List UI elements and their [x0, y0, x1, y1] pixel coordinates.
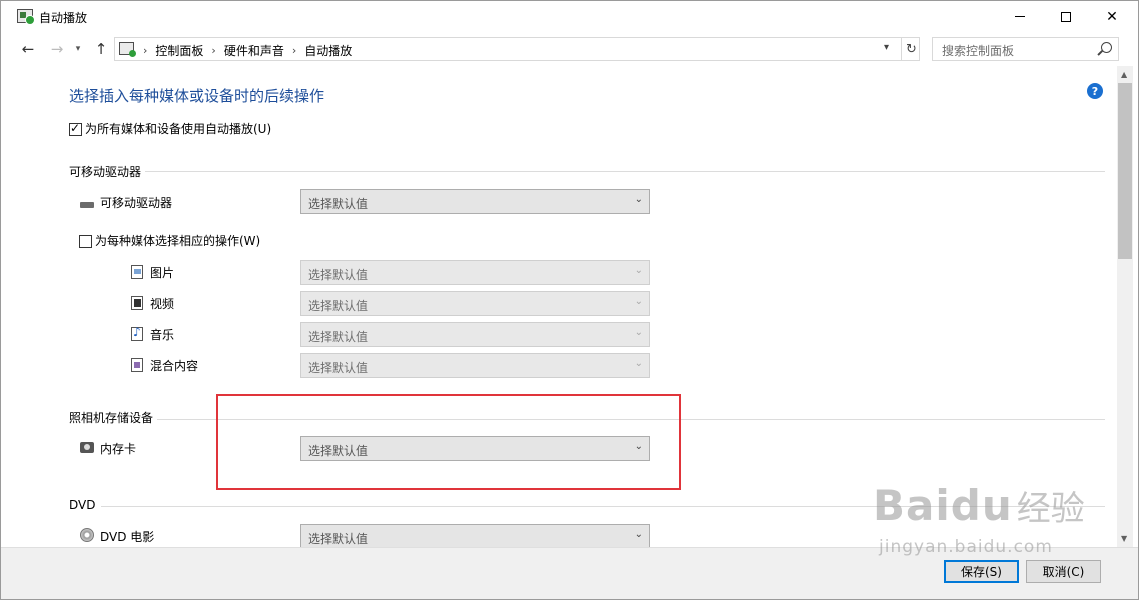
removable-drive-select-value: 选择默认值	[308, 197, 369, 211]
music-icon	[131, 325, 143, 341]
scrollbar-thumb[interactable]	[1118, 83, 1132, 259]
watermark-logo: Bai	[873, 481, 951, 530]
back-button[interactable]: ←	[17, 38, 39, 60]
minimize-button[interactable]	[997, 1, 1043, 32]
music-select-value: 选择默认值	[308, 330, 369, 344]
maximize-icon	[1061, 11, 1071, 22]
mixed-content-select[interactable]: 选择默认值 ⌄	[300, 353, 650, 378]
dvd-movie-select-value: 选择默认值	[308, 532, 369, 546]
section-divider	[145, 171, 1105, 172]
navigation-bar: ← → ▾ ↑ › 控制面板 › 硬件和声音 › 自动播放 ▾ ↻ 搜索控制面板	[1, 32, 1138, 66]
window-title: 自动播放	[39, 11, 88, 25]
save-button[interactable]: 保存(S)	[944, 560, 1019, 583]
watermark-logo-tail: du	[950, 481, 1013, 530]
chevron-down-icon: ⌄	[634, 265, 643, 276]
chevron-down-icon: ⌄	[634, 327, 643, 338]
up-button[interactable]: ↑	[90, 38, 112, 60]
refresh-icon: ↻	[906, 41, 917, 57]
arrow-up-icon: ↑	[94, 40, 108, 58]
breadcrumb-autoplay[interactable]: 自动播放	[304, 42, 352, 59]
video-select-value: 选择默认值	[308, 299, 369, 313]
chevron-down-icon: ▾	[75, 44, 81, 54]
cancel-button[interactable]: 取消(C)	[1026, 560, 1101, 583]
chevron-down-icon: ⌄	[634, 358, 643, 369]
breadcrumb-hardware-sound[interactable]: 硬件和声音	[224, 42, 284, 59]
breadcrumb-control-panel[interactable]: 控制面板	[155, 42, 203, 59]
dvd-icon	[80, 528, 94, 542]
scroll-up-icon[interactable]: ▲	[1121, 70, 1127, 79]
help-icon[interactable]: ?	[1087, 83, 1103, 99]
pictures-select[interactable]: 选择默认值 ⌄	[300, 260, 650, 285]
search-placeholder: 搜索控制面板	[942, 44, 1015, 58]
removable-drive-select[interactable]: 选择默认值 ⌄	[300, 189, 650, 214]
search-input[interactable]: 搜索控制面板	[932, 37, 1119, 61]
chevron-down-icon: ⌄	[634, 529, 643, 540]
close-button[interactable]: ✕	[1089, 1, 1135, 32]
dvd-movie-label: DVD 电影	[100, 530, 155, 544]
chevron-down-icon: ⌄	[634, 194, 643, 205]
chevron-down-icon: ⌄	[634, 296, 643, 307]
control-panel-icon	[119, 42, 136, 57]
refresh-button[interactable]: ↻	[901, 38, 921, 60]
use-autoplay-checkbox[interactable]	[69, 121, 82, 136]
breadcrumb-separator-icon: ›	[143, 44, 148, 57]
minimize-icon	[1015, 16, 1025, 17]
memory-card-icon	[80, 442, 94, 453]
mixed-content-icon	[131, 358, 143, 372]
autoplay-app-icon	[17, 9, 35, 25]
arrow-right-icon: →	[50, 40, 64, 58]
music-select[interactable]: 选择默认值 ⌄	[300, 322, 650, 347]
arrow-left-icon: ←	[21, 40, 35, 58]
annotation-highlight-box	[216, 394, 681, 490]
media-label-pictures: 图片	[150, 266, 175, 280]
forward-button[interactable]: →	[46, 38, 68, 60]
recent-locations-button[interactable]: ▾	[71, 38, 85, 60]
removable-drive-icon	[80, 202, 94, 208]
watermark-url: jingyan.baidu.com	[879, 537, 1053, 557]
use-autoplay-label[interactable]: 为所有媒体和设备使用自动播放(U)	[85, 120, 271, 137]
watermark-cn: 经验	[1016, 489, 1085, 529]
section-removable-header: 可移动驱动器	[69, 165, 142, 179]
video-select[interactable]: 选择默认值 ⌄	[300, 291, 650, 316]
scroll-down-icon[interactable]: ▼	[1121, 534, 1127, 543]
breadcrumb-separator-icon: ›	[291, 44, 297, 57]
search-icon	[1101, 42, 1112, 53]
removable-drive-label: 可移动驱动器	[100, 196, 173, 210]
baidu-jingyan-watermark: Baidu 经验 jingyan.baidu.com	[873, 481, 1085, 557]
video-icon	[131, 296, 143, 310]
chevron-down-icon: ▾	[884, 42, 890, 53]
autoplay-window: 自动播放 ✕ ← → ▾ ↑ › 控制面板 › 硬件和声音 › 自动播放 ▾ ↻…	[0, 0, 1139, 600]
per-media-label[interactable]: 为每种媒体选择相应的操作(W)	[95, 232, 260, 249]
picture-icon	[131, 265, 143, 279]
maximize-button[interactable]	[1043, 1, 1089, 32]
breadcrumb: › 控制面板 › 硬件和声音 › 自动播放	[143, 42, 352, 59]
media-label-video: 视频	[150, 297, 175, 311]
mixed-content-select-value: 选择默认值	[308, 361, 369, 375]
pictures-select-value: 选择默认值	[308, 268, 369, 282]
title-bar: 自动播放 ✕	[1, 1, 1138, 32]
memory-card-label: 内存卡	[100, 442, 137, 456]
media-label-music: 音乐	[150, 328, 175, 342]
address-dropdown-button[interactable]: ▾	[884, 42, 889, 53]
vertical-scrollbar[interactable]: ▲ ▼	[1117, 66, 1133, 547]
address-bar[interactable]: › 控制面板 › 硬件和声音 › 自动播放 ▾ ↻	[114, 37, 920, 61]
close-icon: ✕	[1106, 8, 1118, 25]
section-dvd-header: DVD	[69, 498, 96, 512]
main-content: 选择插入每种媒体或设备时的后续操作 ? 为所有媒体和设备使用自动播放(U) 可移…	[9, 66, 1117, 547]
section-camera-header: 照相机存储设备	[69, 411, 154, 425]
per-media-checkbox[interactable]	[79, 235, 92, 248]
dvd-movie-select[interactable]: 选择默认值 ⌄	[300, 524, 650, 547]
page-title: 选择插入每种媒体或设备时的后续操作	[69, 87, 325, 105]
media-label-mixed: 混合内容	[150, 359, 199, 373]
breadcrumb-separator-icon: ›	[211, 44, 216, 57]
